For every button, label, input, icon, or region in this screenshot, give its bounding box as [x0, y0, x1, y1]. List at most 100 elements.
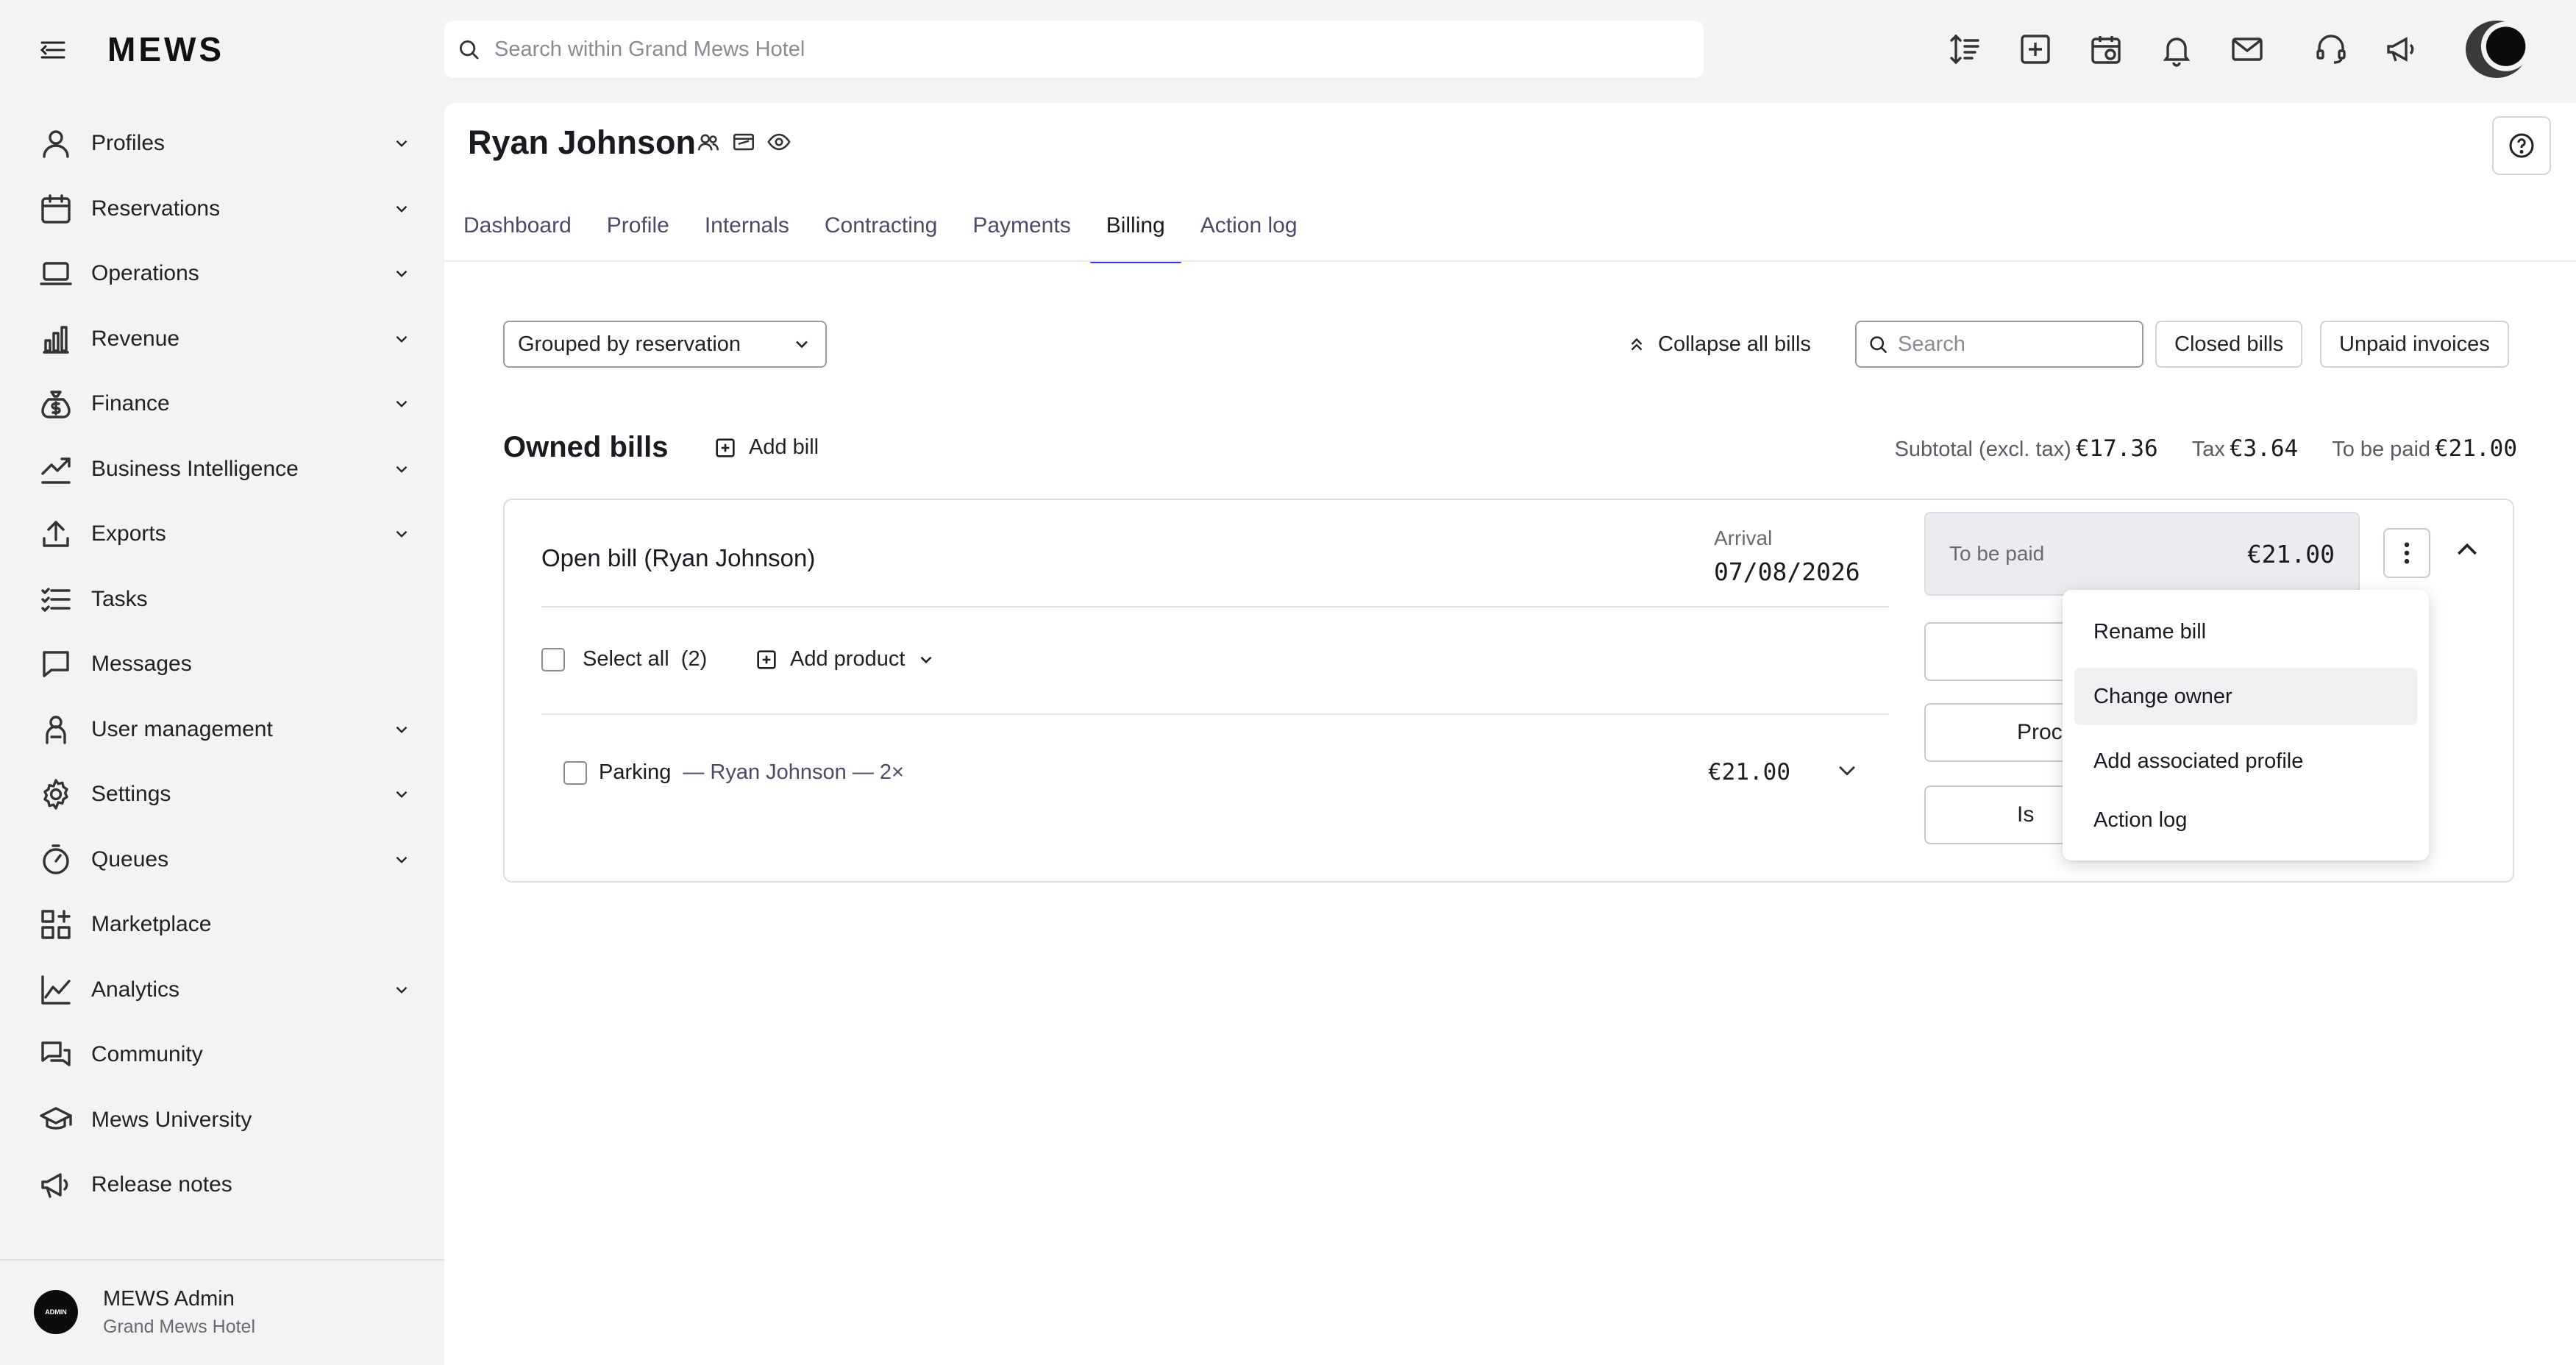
global-search-input[interactable]: Search within Grand Mews Hotel — [494, 38, 805, 62]
sidebar-item-label: Profiles — [91, 131, 166, 155]
product-checkbox[interactable] — [563, 760, 587, 785]
sidebar-item-label: Marketplace — [91, 912, 212, 936]
search-icon — [456, 37, 481, 62]
chevron-down-icon[interactable] — [387, 194, 416, 224]
chevron-down-icon[interactable] — [387, 389, 416, 418]
closed-bills-button[interactable]: Closed bills — [2155, 321, 2303, 368]
total-to-be-paid: To be paid €21.00 — [2332, 435, 2517, 462]
add-product-button[interactable]: Add product — [755, 647, 936, 671]
chevron-down-icon[interactable] — [387, 845, 416, 874]
sidebar-item-label: Analytics — [91, 977, 180, 1002]
user-footer[interactable]: ADMIN MEWS Admin Grand Mews Hotel — [0, 1259, 444, 1365]
sidebar: MEWS Profiles Reservations Operations Reven… — [0, 0, 444, 1365]
tab-action-log[interactable]: Action log — [1200, 213, 1298, 257]
sidebar-item-label: Operations — [91, 261, 199, 285]
menu-action-log[interactable]: Action log — [2074, 791, 2417, 849]
help-button[interactable] — [2492, 116, 2551, 175]
tab-payments[interactable]: Payments — [972, 213, 1070, 257]
sidebar-item-release-notes[interactable]: Release notes — [34, 1159, 416, 1211]
global-search[interactable]: Search within Grand Mews Hotel — [444, 21, 1704, 78]
bill-options-button[interactable] — [2383, 528, 2430, 578]
sidebar-item-operations[interactable]: Operations — [34, 248, 416, 299]
tab-dashboard[interactable]: Dashboard — [463, 213, 572, 257]
collapse-bill-chevron-icon[interactable] — [2452, 535, 2482, 565]
unpaid-invoices-button[interactable]: Unpaid invoices — [2320, 321, 2509, 368]
chevron-down-icon[interactable] — [387, 129, 416, 158]
sidebar-item-mews-university[interactable]: Mews University — [34, 1094, 416, 1146]
owned-bills-title: Owned bills — [503, 431, 669, 463]
sidebar-item-user-management[interactable]: User management — [34, 704, 416, 755]
sidebar-item-settings[interactable]: Settings — [34, 769, 416, 820]
person-icon — [34, 121, 78, 165]
sidebar-item-exports[interactable]: Exports — [34, 508, 416, 560]
mail-icon[interactable] — [2226, 28, 2269, 71]
menu-toggle-icon[interactable] — [38, 35, 68, 65]
chevron-down-icon[interactable] — [387, 975, 416, 1005]
bill-options-menu: Rename bill Change owner Add associated … — [2063, 590, 2429, 860]
sidebar-item-queues[interactable]: Queues — [34, 834, 416, 885]
community-icon — [34, 1033, 78, 1077]
tab-billing[interactable]: Billing — [1089, 213, 1181, 263]
sidebar-item-label: Queues — [91, 847, 169, 872]
sidebar-item-tasks[interactable]: Tasks — [34, 574, 416, 625]
grid-plus-icon — [34, 902, 78, 947]
sidebar-item-messages[interactable]: Messages — [34, 638, 416, 690]
arrival-label: Arrival — [1714, 527, 1773, 549]
bill-to-be-paid-label: To be paid — [1949, 542, 2045, 565]
user-avatar[interactable]: ADMIN — [34, 1290, 78, 1334]
product-row[interactable]: Parking — Ryan Johnson — 2× — [563, 760, 904, 785]
sidebar-item-label: Mews University — [91, 1107, 252, 1132]
sidebar-item-analytics[interactable]: Analytics — [34, 964, 416, 1016]
help-icon — [2507, 131, 2536, 160]
sidebar-item-profiles[interactable]: Profiles — [34, 118, 416, 169]
menu-rename-bill[interactable]: Rename bill — [2074, 603, 2417, 660]
support-icon[interactable] — [2310, 28, 2352, 71]
users-icon — [34, 708, 78, 752]
select-all[interactable]: Select all (2) — [541, 647, 707, 671]
bill-search-input[interactable]: Search — [1855, 321, 2143, 368]
sidebar-item-finance[interactable]: Finance — [34, 378, 416, 430]
megaphone-icon[interactable] — [2380, 28, 2423, 71]
select-all-checkbox[interactable] — [541, 647, 565, 671]
chevron-down-icon[interactable] — [387, 780, 416, 809]
calendar-icon — [34, 187, 78, 231]
tab-profile[interactable]: Profile — [607, 213, 669, 257]
sort-icon[interactable] — [1943, 28, 1986, 71]
app-logo[interactable]: MEWS — [107, 29, 224, 69]
menu-change-owner[interactable]: Change owner — [2074, 668, 2417, 725]
group-by-value: Grouped by reservation — [518, 332, 741, 356]
expand-item-chevron-icon[interactable] — [1835, 758, 1860, 783]
chevron-down-icon[interactable] — [387, 715, 416, 744]
tab-internals[interactable]: Internals — [705, 213, 789, 257]
profile-avatar[interactable] — [2466, 21, 2527, 78]
profile-tabs: Dashboard Profile Internals Contracting Paym… — [463, 213, 1333, 263]
chevron-down-icon[interactable] — [387, 324, 416, 354]
tab-contracting[interactable]: Contracting — [825, 213, 937, 257]
sidebar-item-label: Finance — [91, 391, 170, 416]
add-icon[interactable] — [2014, 28, 2057, 71]
sidebar-item-reservations[interactable]: Reservations — [34, 183, 416, 235]
chevron-down-icon[interactable] — [387, 259, 416, 288]
add-bill-label: Add bill — [749, 435, 819, 459]
chat-icon — [34, 642, 78, 686]
sidebar-item-revenue[interactable]: Revenue — [34, 313, 416, 365]
bell-icon[interactable] — [2155, 28, 2198, 71]
add-bill-button[interactable]: Add bill — [714, 435, 819, 460]
line-chart-icon — [34, 968, 78, 1012]
sidebar-item-business-intelligence[interactable]: Business Intelligence — [34, 443, 416, 495]
chevron-down-icon[interactable] — [387, 455, 416, 484]
sidebar-item-marketplace[interactable]: Marketplace — [34, 899, 416, 950]
group-by-select[interactable]: Grouped by reservation — [503, 321, 827, 368]
card-icon[interactable] — [731, 129, 756, 154]
profile-type-icon[interactable] — [696, 129, 721, 154]
sidebar-item-community[interactable]: Community — [34, 1029, 416, 1080]
collapse-all-button[interactable]: Collapse all bills — [1627, 321, 1811, 368]
view-icon[interactable] — [766, 129, 791, 154]
calendar-icon[interactable] — [2085, 28, 2127, 71]
sidebar-item-label: Messages — [91, 652, 192, 676]
bill-to-be-paid: To be paid €21.00 — [1924, 512, 2360, 596]
arrival-date: 07/08/2026 — [1714, 557, 1860, 586]
menu-add-associated-profile[interactable]: Add associated profile — [2074, 733, 2417, 790]
sidebar-item-label: Revenue — [91, 326, 180, 351]
chevron-down-icon[interactable] — [387, 519, 416, 549]
